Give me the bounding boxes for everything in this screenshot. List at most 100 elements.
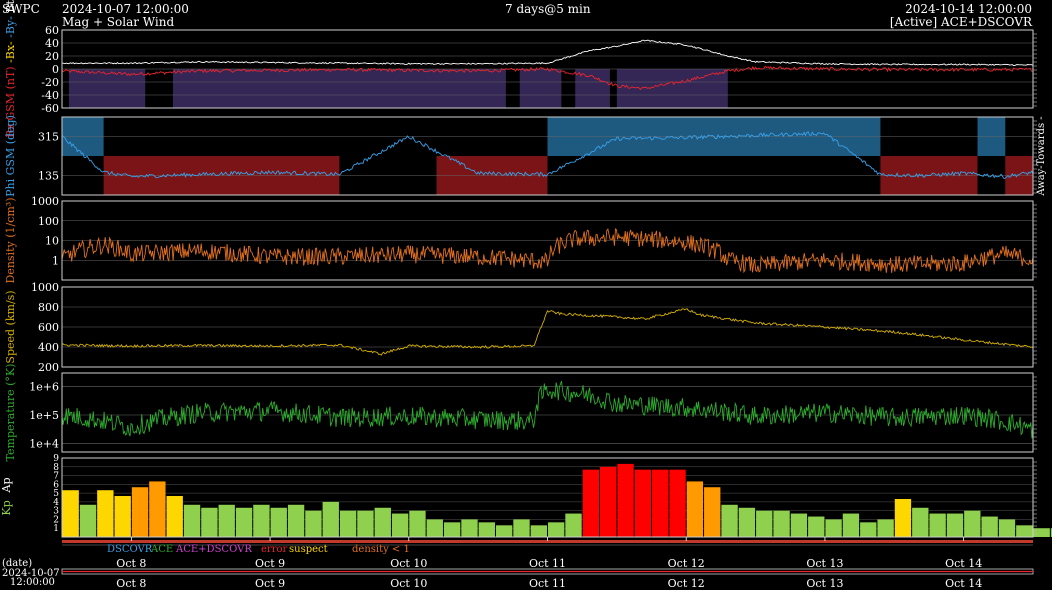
kp-bar	[218, 504, 235, 537]
kp-bar	[790, 513, 808, 537]
speed-ytick-label: 800	[38, 301, 59, 314]
kp-bar	[912, 507, 929, 537]
kp-bar	[166, 496, 183, 537]
x-tick-label-lower: Oct 8	[116, 577, 146, 590]
kp-bar	[582, 469, 600, 537]
kp-ylabel-kp: Kp	[0, 500, 13, 515]
chart-canvas: 6040200-20-40-60Bz GSM (nT) -Bx- -By- Bt…	[0, 0, 1052, 590]
phi-ylabel: Phi GSM (deg)	[4, 115, 17, 197]
kp-bar	[114, 496, 131, 537]
x-tick-label-lower: Oct 9	[255, 577, 285, 590]
kp-bar	[374, 507, 391, 537]
temperature-ylabel: Temperature (°K)	[4, 364, 17, 462]
kp-bar	[617, 463, 634, 537]
speed-ytick-label: 200	[38, 361, 59, 374]
kp-bar	[62, 490, 79, 537]
kp-bar	[513, 519, 530, 537]
temperature-ytick-label: 1e+5	[29, 409, 59, 422]
temperature-ytick-label: 1e+4	[29, 437, 59, 450]
bz-south-shading	[172, 69, 506, 108]
legend-suspect: suspect	[289, 544, 328, 555]
x-tick-label-upper: Oct 8	[116, 557, 146, 570]
kp-bar	[495, 525, 513, 537]
kp-bar	[322, 501, 339, 537]
kp-bar	[131, 487, 149, 537]
legend-density-low: density < 1	[352, 544, 410, 555]
x-tick-label-lower: Oct 10	[390, 577, 427, 590]
kp-bar	[738, 507, 756, 537]
mag-ytick-label: 0	[52, 63, 59, 76]
kp-bar	[565, 513, 582, 537]
kp-bar	[1033, 528, 1050, 537]
density-ytick-label: 100	[38, 215, 59, 228]
kp-bar	[721, 504, 738, 537]
kp-bar	[357, 510, 374, 537]
sector-side-label: Away-Towards -	[1036, 116, 1047, 196]
speed-series-line	[61, 308, 1034, 356]
temperature-frame	[61, 372, 1034, 453]
kp-bar	[409, 510, 426, 537]
kp-bar	[201, 507, 218, 537]
kp-bar	[339, 510, 357, 537]
kp-bar	[773, 510, 790, 537]
kp-bar	[998, 519, 1016, 537]
density-ytick-label: 1000	[31, 195, 59, 208]
kp-bar	[600, 466, 617, 537]
kp-bar	[860, 522, 877, 537]
mag-ytick-label: 60	[45, 24, 59, 37]
kp-bar	[149, 481, 166, 537]
legend-ace: ACE	[150, 544, 173, 555]
kp-bar	[461, 519, 478, 537]
density-ytick-label: 10	[45, 235, 59, 248]
x-tick-label-upper: Oct 11	[529, 557, 566, 570]
bz-south-shading	[616, 69, 728, 108]
speed-ylabel: Speed (km/s)	[4, 290, 17, 363]
density-ylabel: Density (1/cm³)	[4, 198, 17, 284]
x-tick-label-lower: Oct 11	[529, 577, 566, 590]
legend-dscovr: DSCOVR	[107, 544, 153, 555]
mag-ytick-label: -20	[41, 76, 59, 89]
kp-bar	[808, 516, 825, 537]
kp-bar	[964, 510, 981, 537]
mag-ylabel-part: Bt	[4, 0, 17, 16]
phi-ytick-label: 135	[38, 170, 59, 183]
footer-time-value: 12:00:00	[10, 577, 55, 588]
kp-bar	[270, 507, 287, 537]
kp-bar	[530, 525, 547, 537]
mag-ylabel-part: -Bx-	[4, 41, 17, 66]
temperature-ytick-label: 1e+6	[29, 381, 59, 394]
x-tick-label-lower: Oct 14	[945, 577, 982, 590]
x-tick-label-upper: Oct 13	[806, 557, 843, 570]
kp-bar	[894, 498, 912, 537]
kp-bar	[981, 516, 998, 537]
temperature-series-line	[61, 380, 1034, 439]
kp-bar	[79, 504, 97, 537]
kp-bar	[669, 469, 686, 537]
x-tick-label-upper: Oct 14	[945, 557, 982, 570]
bt-series-line	[62, 39, 1034, 66]
mag-ytick-label: 40	[45, 37, 59, 50]
speed-ytick-label: 1000	[31, 281, 59, 294]
x-tick-label-upper: Oct 10	[390, 557, 427, 570]
x-tick-label-upper: Oct 9	[255, 557, 285, 570]
x-tick-label-lower: Oct 12	[668, 577, 705, 590]
mag-ytick-label: 20	[45, 50, 59, 63]
kp-ylabel-ap: Ap	[0, 478, 13, 494]
legend-error: error	[261, 544, 287, 555]
x-tick-label-upper: Oct 12	[668, 557, 705, 570]
kp-bar	[877, 519, 894, 537]
legend-ace-dscovr: ACE+DSCOVR	[175, 544, 252, 555]
kp-bar	[426, 519, 443, 537]
kp-bar	[97, 490, 114, 537]
kp-bar	[235, 507, 253, 537]
density-series-line	[61, 228, 1034, 274]
speed-ytick-label: 400	[38, 341, 59, 354]
bz-south-shading	[68, 69, 146, 108]
kp-bar	[634, 469, 652, 537]
kp-bar	[686, 481, 704, 537]
kp-bar	[842, 513, 860, 537]
kp-bar	[825, 519, 842, 537]
kp-bar	[946, 513, 964, 537]
swpc-solar-wind-plot: SWPC 2024-10-07 12:00:00 Mag + Solar Win…	[0, 0, 1052, 590]
speed-ytick-label: 600	[38, 321, 59, 334]
